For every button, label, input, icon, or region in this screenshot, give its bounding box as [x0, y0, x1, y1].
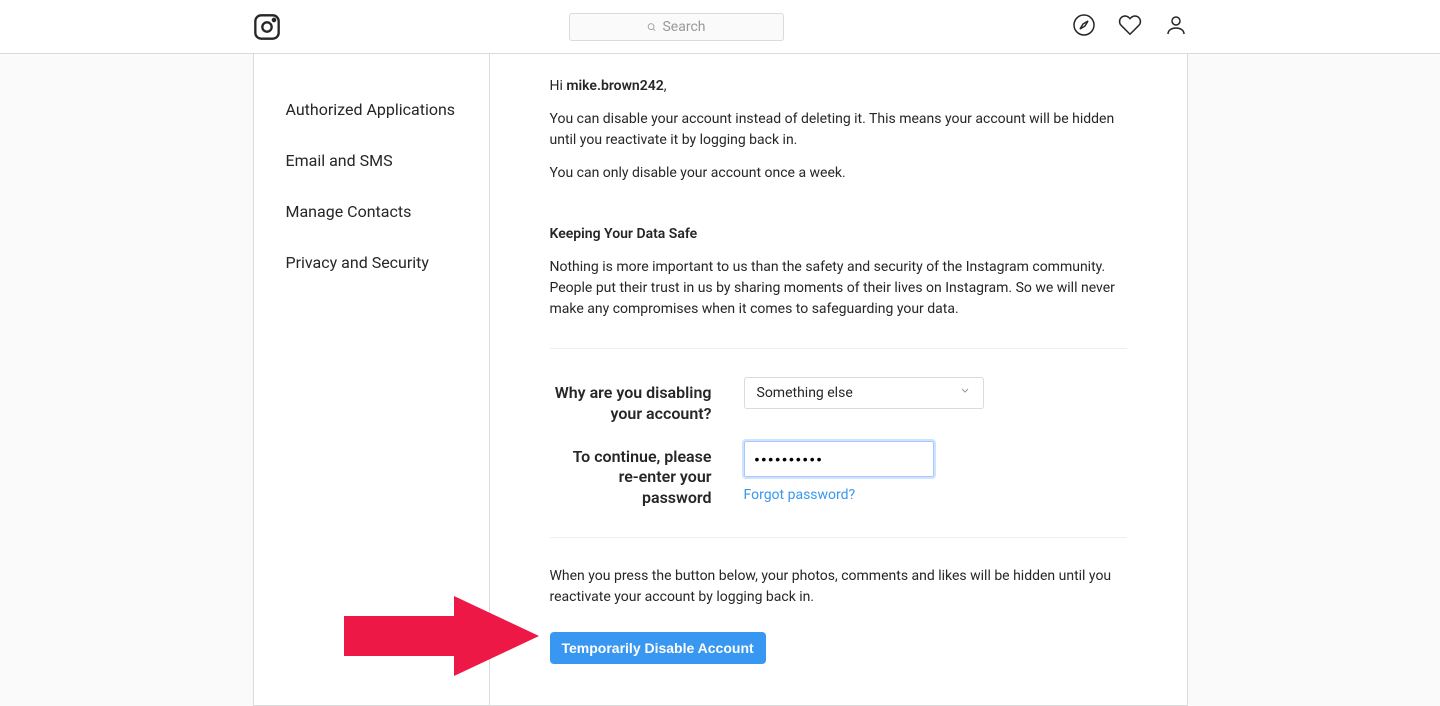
- final-warning-para: When you press the button below, your ph…: [550, 566, 1127, 608]
- settings-container: Authorized Applications Email and SMS Ma…: [253, 54, 1188, 706]
- reason-select[interactable]: Something else: [744, 377, 984, 409]
- disable-info-para-2: You can only disable your account once a…: [550, 163, 1127, 184]
- data-safe-para: Nothing is more important to us than the…: [550, 257, 1127, 320]
- sidebar-item-label: Privacy and Security: [286, 253, 429, 272]
- sidebar-item-label: Email and SMS: [286, 151, 393, 170]
- sidebar-item-email-sms[interactable]: Email and SMS: [254, 135, 489, 186]
- reason-selected-value: Something else: [757, 383, 853, 404]
- reason-label: Why are you disabling your account?: [550, 377, 744, 425]
- username: mike.brown242: [566, 78, 663, 94]
- password-label: To continue, please re-enter your passwo…: [550, 441, 744, 509]
- data-safe-title: Keeping Your Data Safe: [550, 224, 1127, 245]
- sidebar-item-label: Authorized Applications: [286, 100, 456, 119]
- main-content: Hi mike.brown242, You can disable your a…: [490, 54, 1187, 705]
- search-input[interactable]: [569, 13, 784, 41]
- activity-heart-icon[interactable]: [1118, 13, 1142, 41]
- greeting-prefix: Hi: [550, 78, 567, 94]
- sidebar-item-manage-contacts[interactable]: Manage Contacts: [254, 186, 489, 237]
- profile-icon[interactable]: [1164, 13, 1188, 41]
- greeting-suffix: ,: [664, 78, 667, 94]
- sidebar-item-privacy-security[interactable]: Privacy and Security: [254, 237, 489, 288]
- greeting-line: Hi mike.brown242,: [550, 76, 1127, 97]
- disable-info-para-1: You can disable your account instead of …: [550, 109, 1127, 151]
- temporarily-disable-button[interactable]: Temporarily Disable Account: [550, 632, 766, 664]
- top-navigation: Search: [0, 0, 1440, 54]
- sidebar-item-authorized-apps[interactable]: Authorized Applications: [254, 84, 489, 135]
- search-container: Search: [569, 13, 784, 41]
- sidebar-item-label: Manage Contacts: [286, 202, 412, 221]
- divider: [550, 348, 1127, 349]
- chevron-down-icon: [959, 383, 971, 404]
- explore-icon[interactable]: [1072, 13, 1096, 41]
- forgot-password-link[interactable]: Forgot password?: [744, 485, 856, 506]
- instagram-logo[interactable]: [253, 13, 281, 41]
- password-input[interactable]: [744, 441, 934, 477]
- settings-sidebar: Authorized Applications Email and SMS Ma…: [254, 54, 490, 705]
- divider: [550, 537, 1127, 538]
